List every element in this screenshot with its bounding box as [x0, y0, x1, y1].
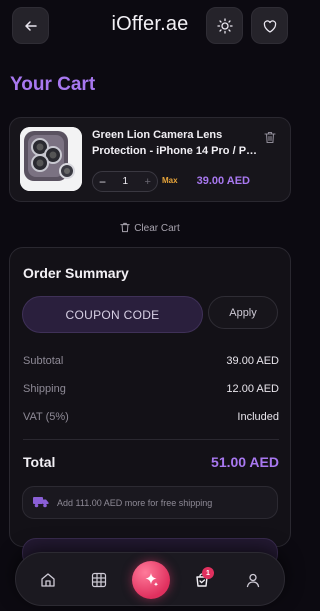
- nav-home[interactable]: [37, 569, 59, 591]
- product-name-line1: Green Lion Camera Lens: [92, 129, 223, 141]
- truck-icon: [33, 496, 49, 507]
- product-image[interactable]: [20, 127, 82, 191]
- cart-item: Green Lion Camera Lens Protection - iPho…: [9, 117, 291, 202]
- vat-value: Included: [237, 411, 279, 423]
- page-title: Your Cart: [10, 74, 96, 95]
- grid-icon: [91, 572, 107, 588]
- summary-divider: [23, 439, 279, 440]
- shipping-value: 12.00 AED: [226, 383, 279, 395]
- wishlist-button[interactable]: [251, 7, 288, 44]
- coupon-input[interactable]: COUPON CODE: [22, 296, 203, 333]
- sun-icon: [216, 17, 233, 34]
- cart-count-badge: 1: [202, 567, 214, 579]
- remove-item-button[interactable]: [264, 131, 276, 149]
- decrement-button[interactable]: −: [99, 175, 106, 189]
- total-label: Total: [23, 454, 56, 470]
- sparkle-icon: [145, 573, 159, 587]
- max-quantity-label: Max: [162, 176, 178, 185]
- user-icon: [246, 573, 260, 588]
- home-icon: [41, 573, 55, 587]
- theme-toggle-button[interactable]: [206, 7, 243, 44]
- shipping-label: Shipping: [23, 383, 66, 395]
- bottom-nav: 1: [15, 552, 285, 606]
- increment-button[interactable]: +: [145, 176, 151, 188]
- nav-account[interactable]: [242, 569, 264, 591]
- vat-label: VAT (5%): [23, 411, 69, 423]
- trash-icon: [120, 222, 130, 233]
- product-thumbnail-graphic: [20, 127, 82, 191]
- free-shipping-text: Add 111.00 AED more for free shipping: [57, 497, 213, 508]
- top-bar: iOffer.ae: [0, 0, 300, 52]
- product-name[interactable]: Green Lion Camera Lens Protection - iPho…: [92, 127, 262, 159]
- item-price: 39.00 AED: [196, 175, 250, 187]
- quantity-value: 1: [122, 176, 129, 187]
- order-summary-title: Order Summary: [23, 265, 129, 281]
- ai-assistant-button[interactable]: [132, 561, 170, 599]
- free-shipping-notice: Add 111.00 AED more for free shipping: [22, 486, 278, 519]
- product-name-line2: Protection - iPhone 14 Pro / P…: [92, 145, 258, 157]
- total-value: 51.00 AED: [211, 454, 279, 470]
- order-summary-panel: Order Summary COUPON CODE Apply Subtotal…: [9, 247, 291, 568]
- heart-icon: [263, 19, 276, 33]
- subtotal-value: 39.00 AED: [226, 355, 279, 367]
- quantity-stepper: − 1 +: [92, 171, 158, 192]
- subtotal-label: Subtotal: [23, 355, 64, 367]
- nav-categories[interactable]: [88, 569, 110, 591]
- clear-cart-button[interactable]: Clear Cart: [0, 222, 300, 236]
- trash-icon: [264, 131, 276, 144]
- clear-cart-label: Clear Cart: [134, 223, 180, 234]
- apply-coupon-button[interactable]: Apply: [208, 296, 278, 329]
